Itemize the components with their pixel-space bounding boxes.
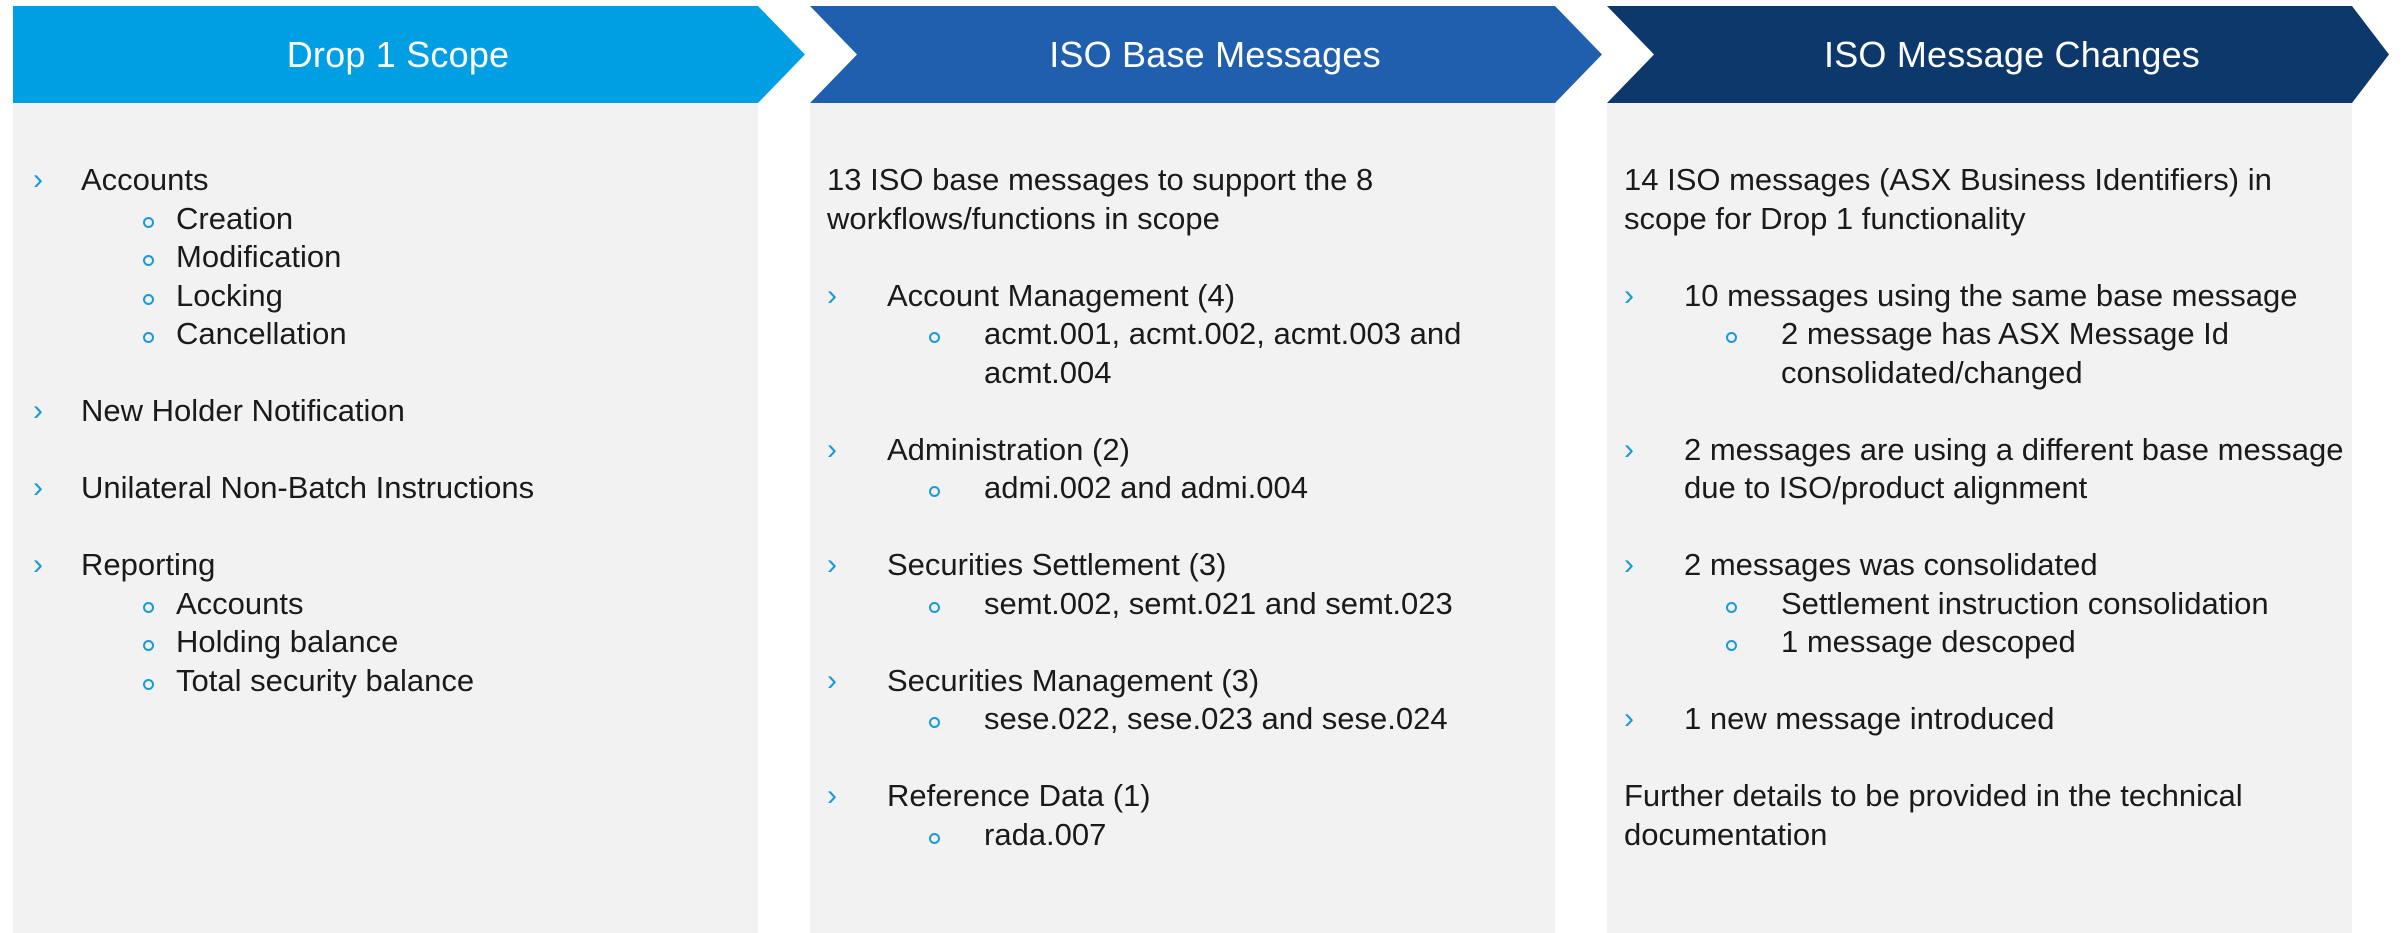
- list-item: › Administration (2) admi.002 and admi.00…: [827, 431, 1555, 508]
- chevron-right-icon: ›: [33, 394, 43, 427]
- circle-bullet-icon: [143, 601, 154, 613]
- columns-container: › Accounts Creation Modification Locking …: [0, 0, 2402, 933]
- subitem-label: Creation: [176, 200, 294, 236]
- subitem-label: rada.007: [984, 816, 1107, 852]
- subitem-label: sese.022, sese.023 and sese.024: [984, 701, 1448, 736]
- column-header: ISO Message Changes: [1607, 6, 2402, 103]
- item-label: 1 new message introduced: [1684, 701, 2055, 736]
- subitem-label: Cancellation: [176, 316, 347, 351]
- circle-bullet-icon: [929, 332, 940, 343]
- item-label: Securities Management (3): [887, 662, 1260, 698]
- circle-bullet-icon: [143, 678, 154, 690]
- footer-text: Further details to be provided in the te…: [1624, 778, 2243, 852]
- subitem-label: Total security balance: [176, 662, 475, 698]
- item-label: 10 messages using the same base message: [1684, 277, 2298, 313]
- circle-bullet-icon: [143, 255, 154, 266]
- column-panel: 13 ISO base messages to support the 8 wo…: [810, 103, 1555, 933]
- list-item: › Reference Data (1) rada.007: [827, 777, 1555, 854]
- subitem-label: Locking: [176, 277, 283, 313]
- circle-bullet-icon: [929, 601, 940, 613]
- column-panel: 14 ISO messages (ASX Business Identifier…: [1607, 103, 2352, 933]
- column-title: ISO Message Changes: [1824, 34, 2200, 75]
- list-item: › Securities Settlement (3) semt.002, sem…: [827, 546, 1555, 623]
- item-label: Account Management (4): [887, 277, 1236, 313]
- subitem-label: 1 message descoped: [1781, 624, 2076, 659]
- circle-bullet-icon: [929, 486, 940, 497]
- circle-bullet-icon: [143, 332, 154, 343]
- column-title: Drop 1 Scope: [286, 34, 510, 75]
- subitem-label: semt.002, semt.021 and semt.023: [984, 585, 1453, 621]
- chevron-right-icon: ›: [827, 663, 837, 697]
- chevron-right-icon: ›: [827, 779, 837, 812]
- column-body: 13 ISO base messages to support the 8 wo…: [827, 161, 1555, 854]
- item-label: Administration (2): [887, 431, 1130, 467]
- list-item: › 2 messages was consolidated Settlement …: [1624, 546, 2352, 662]
- list-item: › New Holder Notification: [33, 392, 758, 431]
- circle-bullet-icon: [143, 216, 154, 228]
- column-header: ISO Base Messages: [810, 6, 1615, 103]
- circle-bullet-icon: [929, 832, 940, 844]
- subitem-label: Settlement instruction consolidation: [1781, 585, 2269, 621]
- column-iso-message-changes: 14 ISO messages (ASX Business Identifier…: [1607, 6, 2389, 933]
- chevron-right-icon: ›: [1624, 432, 1634, 466]
- item-label: 2 messages was consolidated: [1684, 547, 2098, 582]
- list-item: › Account Management (4) acmt.001, acmt.0…: [827, 277, 1555, 393]
- chevron-right-icon: ›: [1624, 548, 1634, 581]
- list-item: › Accounts Creation Modification Locking …: [33, 161, 758, 354]
- subitem-label: 2 message has ASX Message Id consolidate…: [1781, 316, 2230, 390]
- chevron-right-icon: ›: [827, 432, 837, 466]
- subitem-label: acmt.001, acmt.002, acmt.003 and acmt.00…: [984, 316, 1462, 390]
- column-body: › Accounts Creation Modification Locking …: [33, 161, 758, 700]
- chevron-right-icon: ›: [33, 163, 43, 196]
- list-item: › 1 new message introduced: [1624, 700, 2352, 739]
- circle-bullet-icon: [143, 293, 154, 305]
- intro-text: 13 ISO base messages to support the 8 wo…: [827, 162, 1374, 236]
- column-panel: › Accounts Creation Modification Locking …: [13, 103, 758, 933]
- subitem-label: admi.002 and admi.004: [984, 470, 1309, 505]
- column-drop-1-scope: › Accounts Creation Modification Locking …: [13, 6, 805, 933]
- item-label: Reporting: [81, 547, 216, 582]
- item-label: New Holder Notification: [81, 393, 405, 428]
- item-label: Unilateral Non-Batch Instructions: [81, 470, 535, 505]
- item-label: Accounts: [81, 162, 209, 197]
- circle-bullet-icon: [1726, 640, 1737, 651]
- column-body: 14 ISO messages (ASX Business Identifier…: [1624, 161, 2352, 854]
- circle-bullet-icon: [929, 717, 940, 728]
- chevron-right-icon: ›: [33, 471, 43, 504]
- column-title: ISO Base Messages: [1049, 34, 1381, 75]
- list-item: › Unilateral Non-Batch Instructions: [33, 469, 758, 508]
- column-iso-base-messages: 13 ISO base messages to support the 8 wo…: [810, 6, 1602, 933]
- circle-bullet-icon: [143, 640, 154, 651]
- column-header: Drop 1 Scope: [13, 6, 818, 103]
- item-label: Reference Data (1): [887, 778, 1151, 813]
- subitem-label: Accounts: [176, 585, 304, 621]
- item-label: Securities Settlement (3): [887, 547, 1227, 582]
- list-item: › 10 messages using the same base message…: [1624, 277, 2352, 393]
- list-item: › Securities Management (3) sese.022, ses…: [827, 662, 1555, 739]
- chevron-right-icon: ›: [827, 278, 837, 312]
- chevron-right-icon: ›: [827, 548, 837, 581]
- chevron-right-icon: ›: [33, 548, 43, 581]
- list-item: › 2 messages are using a different base m…: [1624, 431, 2352, 508]
- chevron-right-icon: ›: [1624, 702, 1634, 735]
- list-item: › Reporting Accounts Holding balance Tota…: [33, 546, 758, 700]
- intro-text: 14 ISO messages (ASX Business Identifier…: [1624, 162, 2272, 236]
- subitem-label: Holding balance: [176, 624, 399, 659]
- chevron-right-icon: ›: [1624, 278, 1634, 312]
- circle-bullet-icon: [1726, 601, 1737, 613]
- circle-bullet-icon: [1726, 332, 1737, 343]
- subitem-label: Modification: [176, 239, 342, 274]
- item-label: 2 messages are using a different base me…: [1684, 431, 2344, 506]
